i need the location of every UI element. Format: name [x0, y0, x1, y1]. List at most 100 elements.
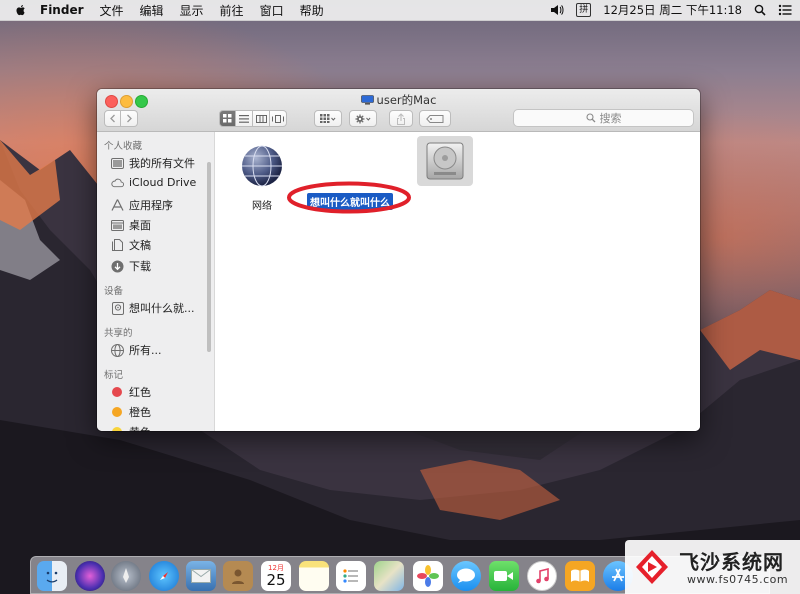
sidebar-item-downloads[interactable]: 下载 [111, 258, 151, 274]
calendar-day: 25 [266, 571, 286, 589]
edit-tags-button[interactable] [419, 110, 451, 127]
window-title: user的Mac [97, 92, 700, 108]
share-button[interactable] [389, 110, 413, 127]
sidebar-item-tag-yellow[interactable]: 黄色 [111, 424, 151, 431]
books-icon[interactable] [565, 561, 595, 591]
sidebar-item-tag-red[interactable]: 红色 [111, 384, 151, 400]
sidebar-item-label: 黄色 [129, 424, 151, 431]
tag-icon [426, 114, 444, 123]
menu-clock[interactable]: 12月25日 周二 下午11:18 [603, 2, 742, 18]
cloud-icon [111, 177, 124, 189]
maps-icon[interactable] [374, 561, 404, 591]
sidebar-item-label: 所有... [129, 344, 162, 357]
menu-help[interactable]: 帮助 [300, 2, 324, 19]
facetime-icon[interactable] [489, 561, 519, 591]
all-files-icon [111, 157, 124, 169]
photos-icon[interactable] [413, 561, 443, 591]
site-watermark: 飞沙系统网 www.fs0745.com [625, 540, 800, 594]
sidebar-item-tag-orange[interactable]: 橙色 [111, 404, 151, 420]
icon-view-button[interactable] [219, 110, 236, 127]
file-browser-content: 网络 [215, 132, 700, 431]
search-field[interactable]: 搜索 [513, 109, 694, 127]
sidebar-item-applications[interactable]: 应用程序 [111, 197, 173, 213]
sidebar-section-shared: 共享的 [104, 328, 133, 339]
applications-icon [111, 199, 124, 211]
sidebar-item-label: 文稿 [129, 239, 151, 252]
chevron-left-icon [110, 114, 115, 123]
gallery-view-button[interactable] [270, 110, 287, 127]
reminders-icon[interactable] [336, 561, 366, 591]
siri-icon[interactable] [75, 561, 105, 591]
menu-file[interactable]: 文件 [100, 2, 124, 19]
calendar-icon[interactable]: 12月 25 [261, 561, 291, 591]
sidebar-item-label: 想叫什么就... [129, 302, 195, 315]
icon-grid-icon [223, 114, 232, 123]
arrange-button[interactable] [314, 110, 342, 127]
share-icon [397, 112, 405, 125]
menu-edit[interactable]: 编辑 [140, 2, 164, 19]
watermark-logo-icon [636, 550, 668, 584]
file-item-hard-drive[interactable] [411, 136, 479, 186]
hard-drive-icon [426, 142, 464, 180]
network-icon [111, 343, 124, 357]
menu-extras: 拼 12月25日 周二 下午11:18 [550, 0, 792, 20]
sidebar-item-label: 应用程序 [129, 199, 173, 212]
network-globe-icon [242, 145, 282, 187]
view-mode-selector [219, 110, 287, 127]
notification-center-icon[interactable] [778, 4, 792, 16]
watermark-url: www.fs0745.com [687, 573, 789, 586]
sidebar-scrollbar[interactable] [207, 162, 211, 352]
action-menu-button[interactable] [349, 110, 377, 127]
notes-icon[interactable] [299, 561, 329, 591]
sidebar-section-favorites: 个人收藏 [104, 141, 143, 152]
watermark-name: 飞沙系统网 [679, 550, 784, 574]
menu-app-finder[interactable]: Finder [40, 3, 84, 17]
sidebar-item-desktop[interactable]: 桌面 [111, 217, 151, 233]
file-item-network[interactable]: 网络 [235, 144, 289, 212]
back-button[interactable] [104, 110, 121, 127]
search-placeholder: 搜索 [599, 112, 622, 125]
launchpad-icon[interactable] [111, 561, 141, 591]
cover-flow-icon [272, 114, 284, 123]
sidebar-item-label: 红色 [129, 386, 151, 399]
red-tag-icon [112, 387, 122, 397]
window-title-text: user的Mac [376, 93, 437, 107]
sidebar-item-documents[interactable]: 文稿 [111, 237, 151, 253]
arrange-grid-icon [320, 114, 336, 123]
search-icon [585, 113, 595, 123]
sidebar-item-icloud-drive[interactable]: iCloud Drive [111, 176, 196, 189]
contacts-icon[interactable] [223, 561, 253, 591]
sidebar-item-disk[interactable]: 想叫什么就... [111, 300, 195, 316]
hard-disk-icon [111, 301, 124, 315]
finder-icon[interactable] [37, 561, 67, 591]
file-item-label: 网络 [252, 201, 272, 212]
safari-icon[interactable] [149, 561, 179, 591]
forward-button[interactable] [121, 110, 138, 127]
menu-view[interactable]: 显示 [180, 2, 204, 19]
input-method-indicator[interactable]: 拼 [576, 3, 592, 17]
messages-icon[interactable] [451, 561, 481, 591]
sidebar-item-label: 桌面 [129, 219, 151, 232]
music-icon[interactable] [527, 561, 557, 591]
sidebar-item-label: iCloud Drive [129, 176, 197, 189]
apple-logo-icon[interactable] [14, 3, 28, 17]
sidebar: 个人收藏 我的所有文件 iCloud Drive 应用程序 桌面 文稿 下载 设… [97, 132, 215, 431]
menu-go[interactable]: 前往 [220, 2, 244, 19]
mail-icon[interactable] [186, 561, 216, 591]
volume-icon[interactable] [550, 4, 564, 16]
orange-tag-icon [112, 407, 122, 417]
sidebar-item-all-shared[interactable]: 所有... [111, 342, 162, 358]
sidebar-item-all-my-files[interactable]: 我的所有文件 [111, 155, 195, 171]
menu-window[interactable]: 窗口 [260, 2, 284, 19]
list-view-button[interactable] [236, 110, 253, 127]
desktop-icon [111, 219, 124, 231]
selected-icon-highlight [417, 136, 473, 186]
finder-window: user的Mac 搜索 个人收藏 我的所有文件 iCloud Drive 应用程… [97, 89, 700, 431]
sidebar-item-label: 下载 [129, 260, 151, 273]
columns-icon [255, 114, 267, 123]
computer-icon [360, 95, 374, 105]
chevron-right-icon [126, 114, 132, 123]
spotlight-search-icon[interactable] [754, 4, 766, 16]
annotation-highlight-ellipse [287, 181, 411, 214]
column-view-button[interactable] [253, 110, 270, 127]
